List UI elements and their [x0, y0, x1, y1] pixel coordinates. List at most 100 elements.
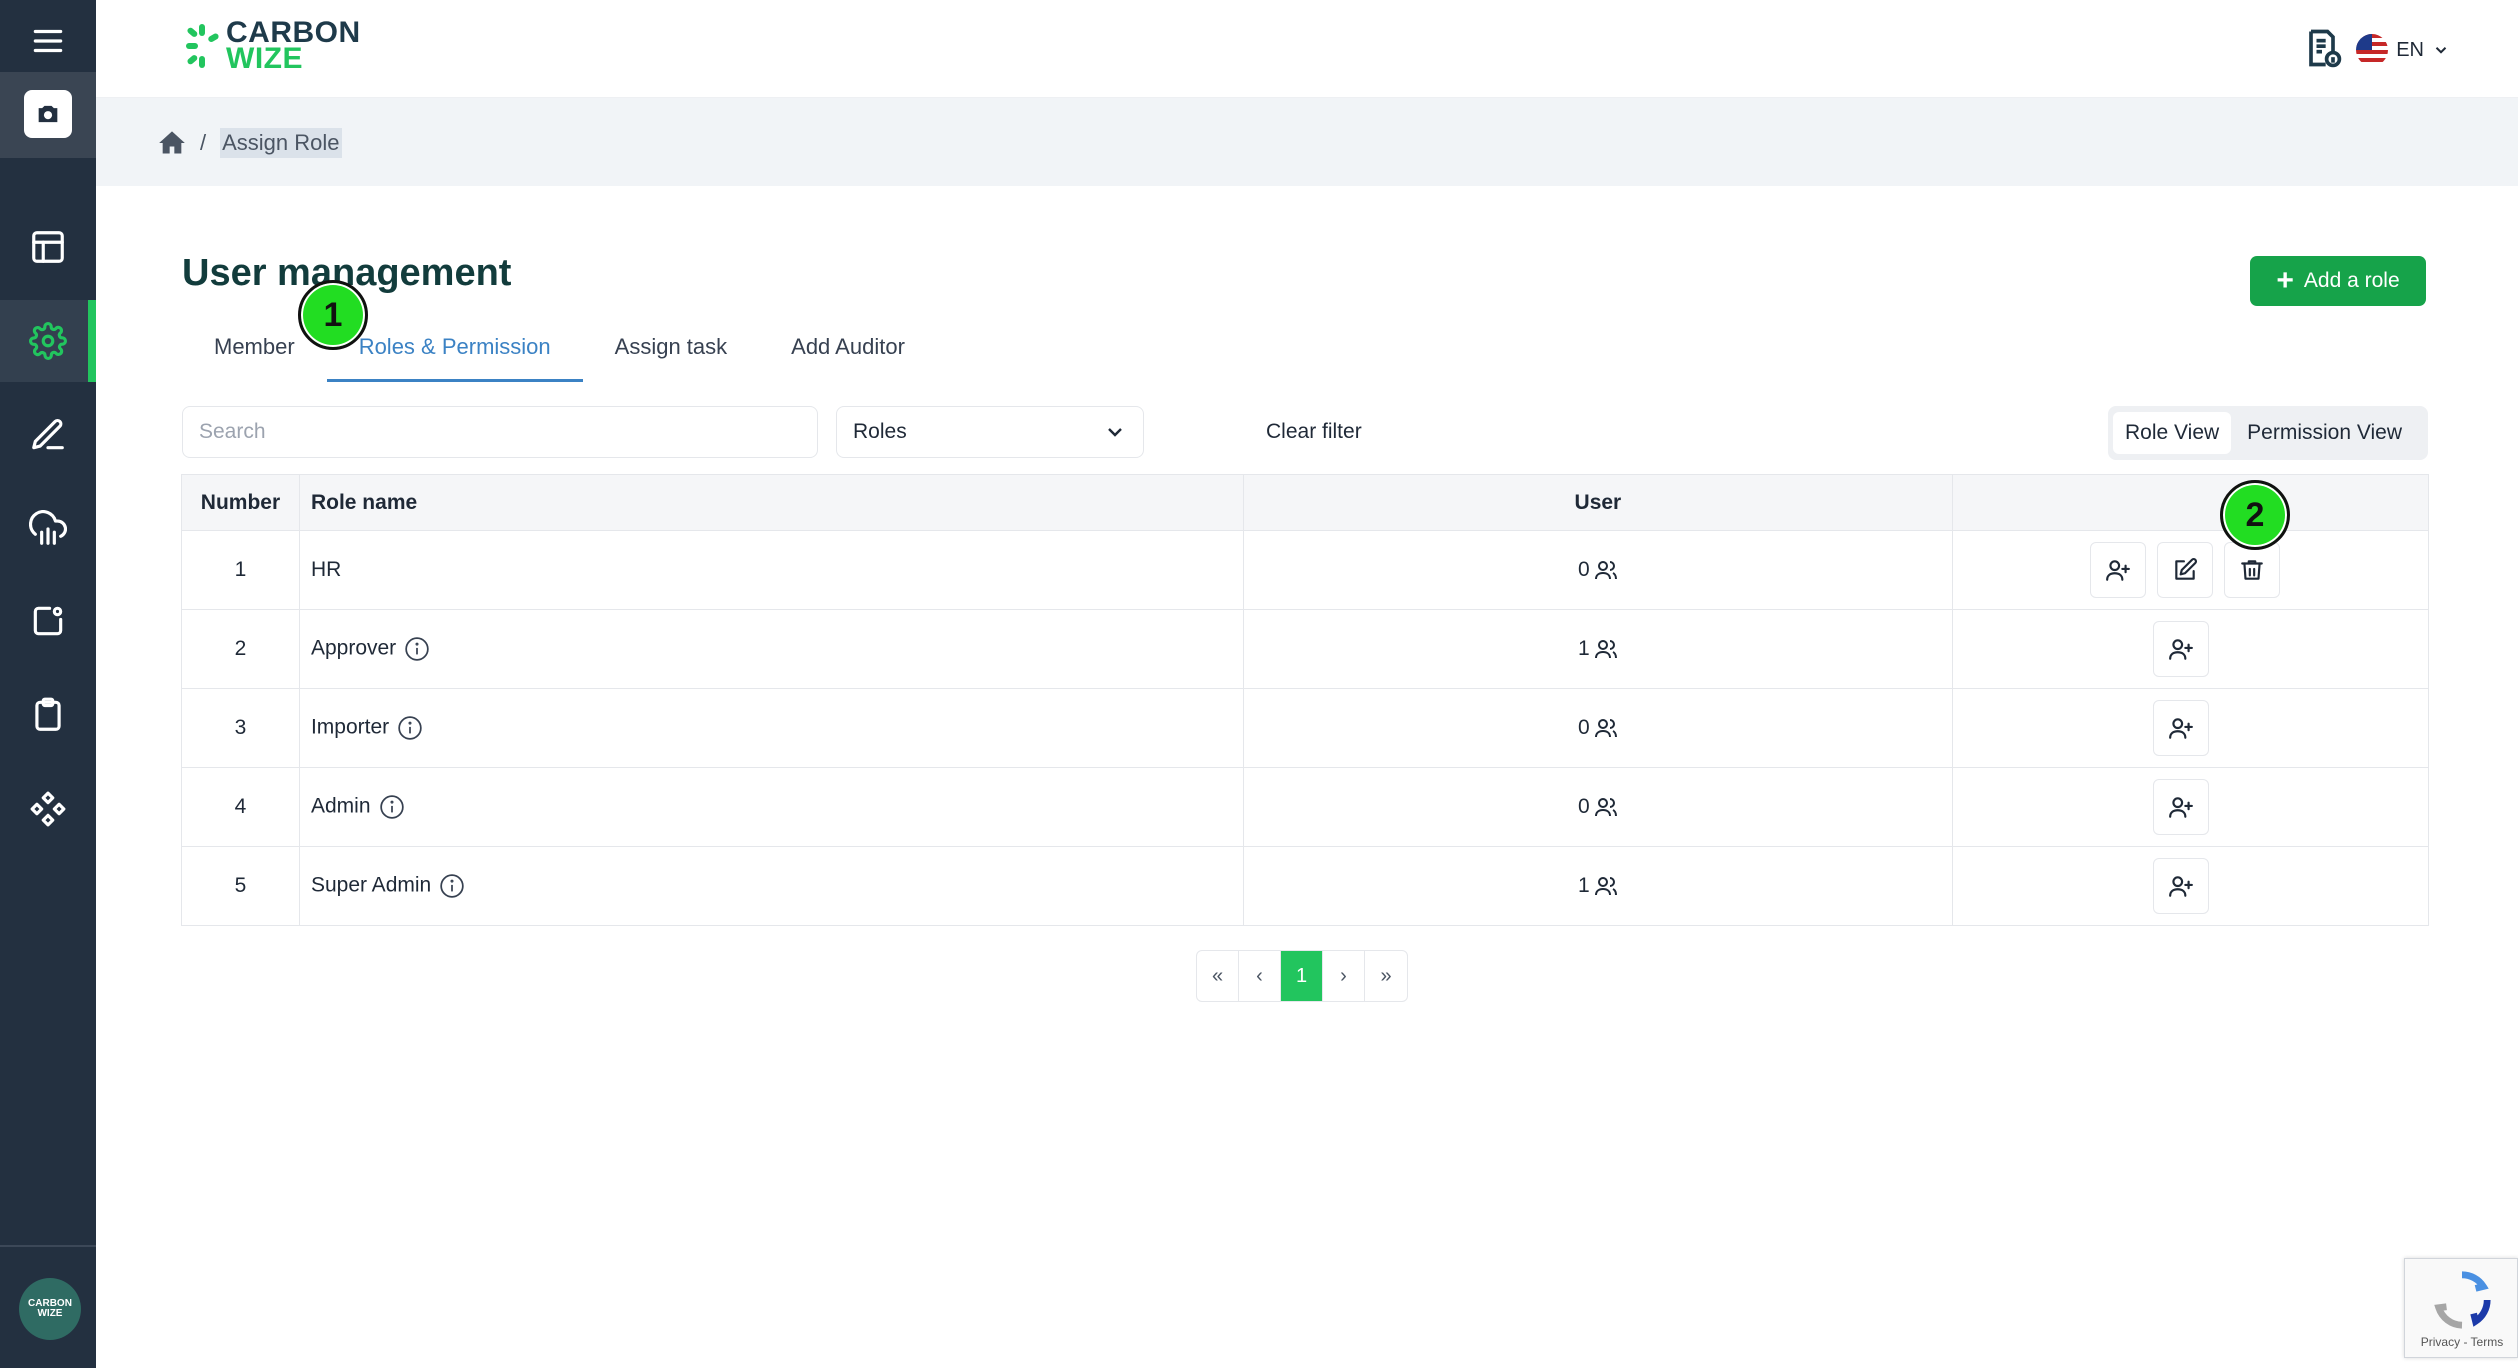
cell-actions	[1952, 530, 2429, 610]
user-count: 0	[1578, 557, 1590, 581]
avatar[interactable]: CARBON WIZE	[19, 1278, 81, 1340]
users-icon	[1594, 795, 1618, 819]
tab-add-auditor[interactable]: Add Auditor	[759, 326, 937, 382]
sidebar-item-reports[interactable]	[0, 674, 96, 756]
assign-user-button[interactable]	[2090, 542, 2147, 598]
menu-button[interactable]	[0, 0, 96, 82]
breadcrumb-current: Assign Role	[220, 128, 342, 158]
avatar-text-line2: WIZE	[37, 1308, 63, 1319]
assign-user-button[interactable]	[2153, 858, 2210, 914]
sidebar-item-upload[interactable]	[0, 488, 96, 570]
cell-role-name: Admin	[299, 767, 1244, 847]
assign-user-button[interactable]	[2153, 779, 2210, 835]
document-info-icon	[2309, 29, 2342, 68]
users-icon	[1594, 874, 1618, 898]
tabs: Member Roles & Permission Assign task Ad…	[182, 326, 937, 386]
sidebar-divider	[0, 1245, 96, 1247]
cell-actions	[1952, 767, 2429, 847]
sidebar-item-settings[interactable]	[0, 300, 96, 382]
users-icon	[1594, 716, 1618, 740]
user-plus-icon	[2169, 876, 2194, 897]
clipboard-icon	[35, 697, 61, 731]
document-info-button[interactable]	[2300, 26, 2344, 70]
cell-user: 0	[1243, 530, 1954, 610]
users-icon	[1594, 637, 1618, 661]
camera-icon	[24, 90, 72, 138]
home-icon[interactable]	[158, 129, 186, 157]
logo-text-wize: WIZE	[226, 42, 303, 75]
table-row: 5 Super Admin 1	[181, 846, 2429, 926]
role-name: Importer	[310, 715, 390, 739]
next-page-button[interactable]: ›	[1323, 951, 1365, 1001]
logo-mark-icon	[184, 20, 220, 72]
settings-gear-icon	[29, 322, 67, 360]
language-selector[interactable]: EN	[2356, 34, 2450, 66]
sidebar-item-components[interactable]	[0, 768, 96, 850]
breadcrumb-separator: /	[200, 130, 207, 155]
edit-pen-icon	[32, 419, 64, 450]
sidebar-item-camera[interactable]	[0, 72, 96, 158]
assign-user-button[interactable]	[2153, 621, 2210, 677]
cell-number: 4	[181, 767, 300, 847]
cell-number: 2	[181, 609, 300, 689]
recaptcha-footer[interactable]: Privacy - Terms	[2405, 1335, 2518, 1349]
first-page-button[interactable]: «	[1197, 951, 1239, 1001]
prev-page-button[interactable]: ‹	[1239, 951, 1281, 1001]
sidebar-item-dashboard[interactable]	[0, 206, 96, 288]
assign-user-button[interactable]	[2153, 700, 2210, 756]
cell-role-name: Approver	[299, 609, 1244, 689]
users-icon	[1594, 558, 1618, 582]
permission-view-button[interactable]: Permission View	[2235, 412, 2414, 454]
table-row: 4 Admin 0	[181, 767, 2429, 847]
edit-icon	[2175, 558, 2198, 580]
cloud-upload-icon	[29, 510, 67, 545]
cell-number: 5	[181, 846, 300, 926]
user-plus-icon	[2169, 718, 2194, 739]
info-icon[interactable]	[404, 636, 430, 662]
tab-roles-permission[interactable]: Roles & Permission	[326, 326, 583, 382]
layout-icon	[32, 231, 64, 263]
edit-role-button[interactable]	[2157, 542, 2214, 598]
sidebar-item-edit[interactable]	[0, 394, 96, 476]
last-page-button[interactable]: »	[1365, 951, 1407, 1001]
sidebar-item-notifications[interactable]	[0, 580, 96, 662]
recaptcha-badge[interactable]: Privacy - Terms	[2404, 1258, 2518, 1358]
info-icon[interactable]	[379, 794, 405, 820]
breadcrumb-bar: / Assign Role	[96, 98, 2518, 186]
cell-user: 0	[1243, 688, 1954, 768]
role-name: Admin	[310, 794, 371, 818]
cell-number: 1	[181, 530, 300, 610]
logo[interactable]: CARBON WIZE	[184, 18, 361, 75]
info-icon[interactable]	[439, 873, 465, 899]
role-name: HR	[310, 558, 342, 581]
header-role-name: Role name	[299, 474, 1244, 531]
cell-role-name: Importer	[299, 688, 1244, 768]
user-plus-icon	[2169, 639, 2194, 660]
roles-select[interactable]: Roles	[836, 406, 1144, 458]
tab-assign-task[interactable]: Assign task	[583, 326, 760, 382]
role-view-button[interactable]: Role View	[2113, 412, 2232, 454]
sidebar: CARBON WIZE	[0, 0, 96, 1368]
clear-filter-button[interactable]: Clear filter	[1266, 420, 1362, 444]
cell-role-name: HR	[299, 530, 1244, 610]
components-icon	[30, 791, 66, 827]
cell-number: 3	[181, 688, 300, 768]
top-header: CARBON WIZE EN	[96, 0, 2518, 98]
info-icon[interactable]	[397, 715, 423, 741]
role-name: Super Admin	[310, 873, 432, 897]
recaptcha-icon	[2434, 1271, 2491, 1329]
search-input[interactable]	[182, 406, 818, 458]
page-button-current[interactable]: 1	[1281, 951, 1323, 1001]
roles-select-value: Roles	[853, 420, 907, 443]
table-row: 3 Importer 0	[181, 688, 2429, 768]
delete-role-button[interactable]	[2224, 542, 2281, 598]
trash-icon	[2241, 560, 2264, 580]
cell-role-name: Super Admin	[299, 846, 1244, 926]
plus-icon: +	[2276, 264, 2294, 297]
notification-square-icon	[33, 606, 63, 636]
cell-user: 0	[1243, 767, 1954, 847]
cell-actions	[1952, 688, 2429, 768]
user-count: 1	[1578, 873, 1590, 897]
add-role-button[interactable]: + Add a role	[2250, 256, 2426, 306]
header-number: Number	[181, 474, 300, 531]
